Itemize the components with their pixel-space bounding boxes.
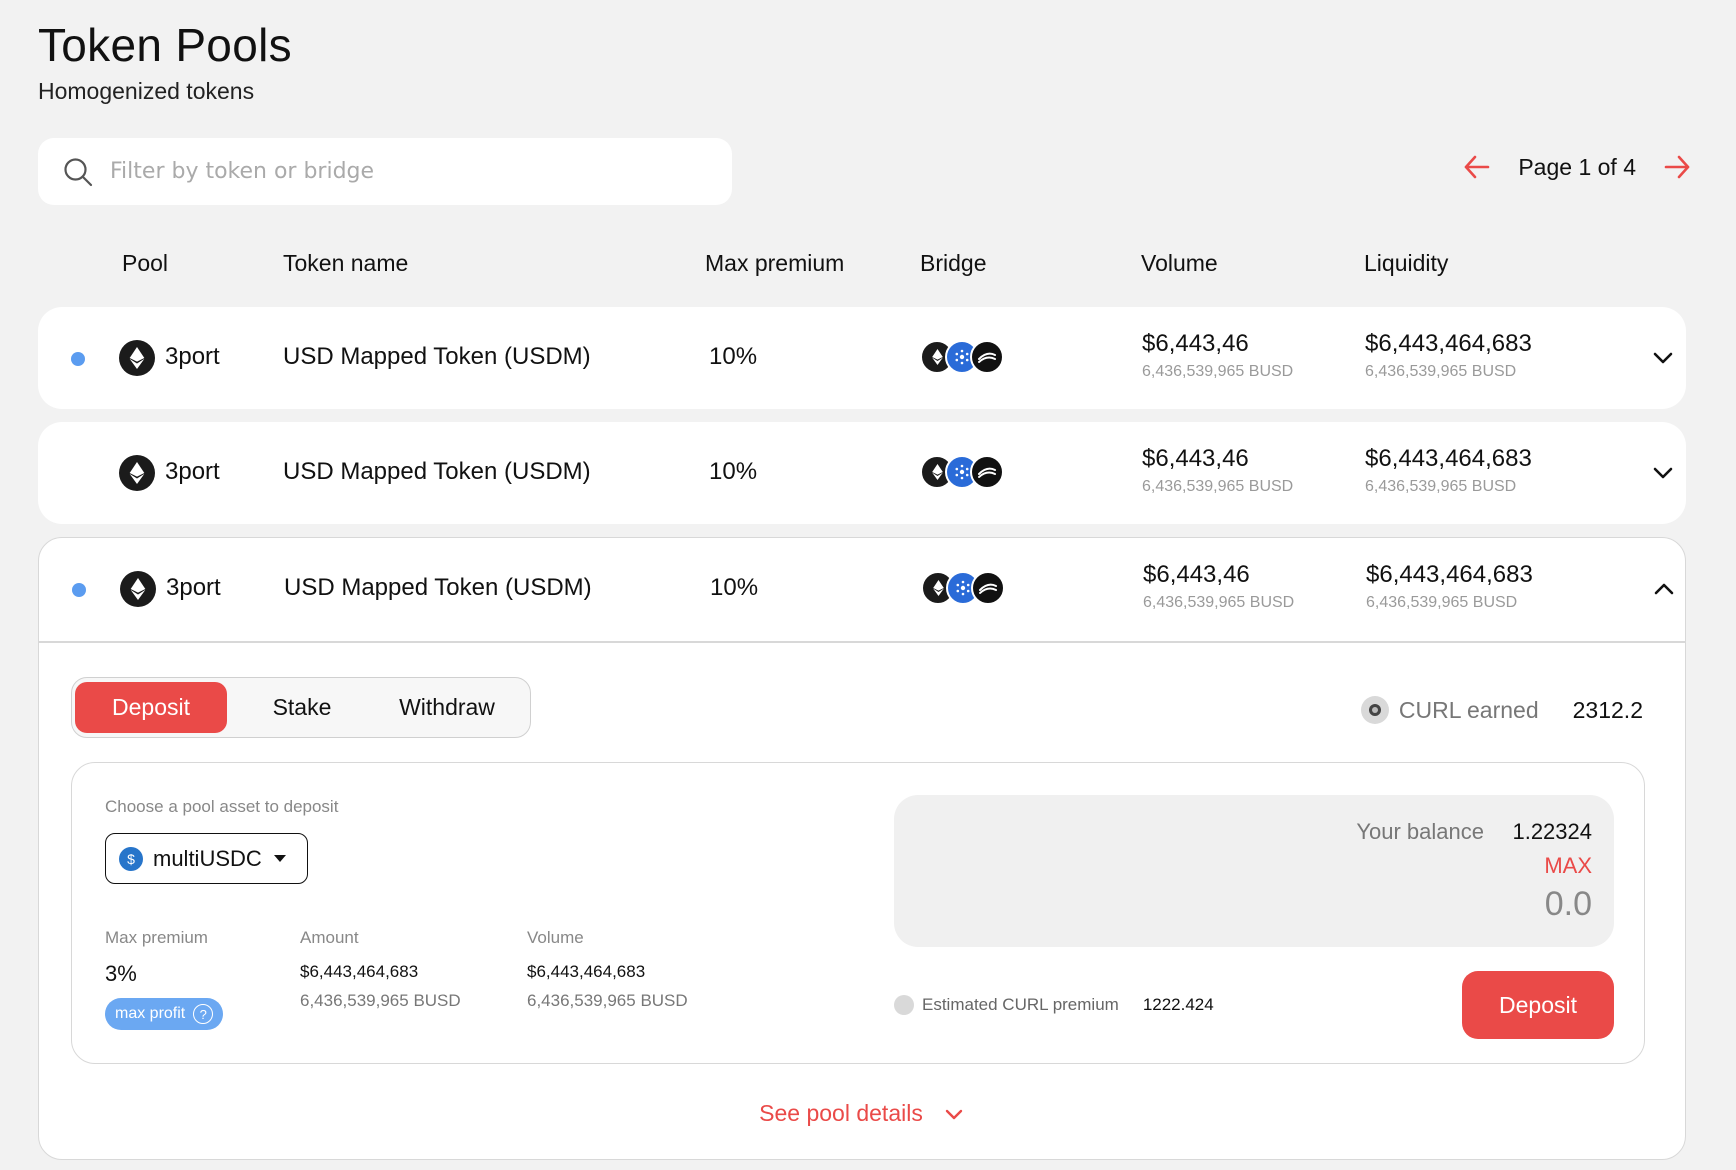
curl-earned-value: 2312.2 [1572, 696, 1643, 723]
column-header-liquidity[interactable]: Liquidity [1364, 250, 1448, 277]
expanded-pool-card: 3port USD Mapped Token (USDM) 10% $6,443… [38, 537, 1686, 1160]
pagination: Page 1 of 4 [1462, 152, 1692, 182]
amount-input[interactable] [1292, 885, 1592, 924]
pool-name: 3port [166, 574, 221, 601]
stat-volume-value: $6,443,464,683 [527, 962, 646, 981]
asset-select[interactable]: $ multiUSDC [105, 833, 308, 884]
curl-earned: CURL earned 2312.2 [1360, 696, 1643, 724]
liquidity-sub: 6,436,539,965 BUSD [1366, 594, 1518, 611]
see-pool-details-label: See pool details [759, 1100, 923, 1126]
volume-value: $6,443,46 [1142, 330, 1249, 357]
divider [39, 641, 1685, 643]
max-premium: 10% [710, 574, 759, 601]
search-icon [64, 157, 93, 186]
volume-value: $6,443,46 [1143, 561, 1250, 588]
stat-amount-sub: 6,436,539,965 BUSD [300, 991, 461, 1010]
curl-earned-label: CURL earned [1398, 696, 1539, 723]
arrow-right-icon[interactable] [1662, 152, 1692, 182]
tab-deposit[interactable]: Deposit [75, 682, 227, 733]
max-premium: 10% [709, 458, 758, 485]
ethereum-icon [119, 455, 155, 491]
tab-stake[interactable]: Stake [232, 682, 372, 733]
token-name: USD Mapped Token (USDM) [283, 458, 591, 485]
token-name: USD Mapped Token (USDM) [283, 343, 591, 370]
search-input[interactable] [110, 159, 670, 184]
bridge-icon [971, 571, 1005, 605]
stat-max-premium-value: 3% [105, 961, 137, 986]
volume-sub: 6,436,539,965 BUSD [1143, 594, 1295, 611]
action-tabs: Deposit Stake Withdraw [71, 677, 531, 738]
column-header-bridge[interactable]: Bridge [920, 250, 986, 277]
volume-sub: 6,436,539,965 BUSD [1142, 478, 1294, 495]
chevron-up-icon[interactable] [1651, 576, 1677, 602]
balance-label: Your balance [1356, 819, 1484, 844]
see-pool-details-link[interactable]: See pool details [39, 1100, 1685, 1127]
table-row[interactable]: 3port USD Mapped Token (USDM) 10% $6,443… [38, 422, 1686, 524]
tab-withdraw[interactable]: Withdraw [372, 682, 522, 733]
column-header-volume[interactable]: Volume [1141, 250, 1218, 277]
liquidity-value: $6,443,464,683 [1365, 330, 1532, 357]
table-row[interactable]: 3port USD Mapped Token (USDM) 10% $6,443… [38, 307, 1686, 409]
column-header-pool[interactable]: Pool [122, 250, 168, 277]
table-row[interactable]: 3port USD Mapped Token (USDM) 10% $6,443… [39, 538, 1687, 640]
usdc-icon: $ [119, 846, 143, 871]
estimated-value: 1222.424 [1142, 995, 1214, 1014]
badge-label: max profit [115, 1005, 186, 1022]
caret-down-icon [273, 855, 286, 862]
estimated-premium: Estimated CURL premium 1222.424 [894, 995, 1214, 1015]
estimated-label: Estimated CURL premium [922, 995, 1119, 1014]
bridge-icon [970, 455, 1004, 489]
page-indicator: Page 1 of 4 [1518, 153, 1636, 180]
curl-coin-icon [894, 995, 914, 1015]
page: Token Pools Homogenized tokens Page 1 of… [0, 0, 1736, 1170]
max-button[interactable]: MAX [1544, 853, 1592, 879]
unread-dot [72, 583, 86, 597]
stat-amount-label: Amount [300, 928, 359, 947]
chevron-down-icon[interactable] [1650, 460, 1676, 486]
stat-max-premium-label: Max premium [105, 928, 208, 947]
pool-name: 3port [165, 343, 220, 370]
max-profit-badge[interactable]: max profit ? [105, 998, 224, 1030]
stat-amount-value: $6,443,464,683 [300, 962, 419, 981]
ethereum-icon [119, 340, 155, 376]
balance-value: 1.22324 [1512, 819, 1592, 844]
liquidity-sub: 6,436,539,965 BUSD [1365, 478, 1517, 495]
arrow-left-icon[interactable] [1462, 152, 1492, 182]
asset-name: multiUSDC [153, 845, 262, 871]
liquidity-value: $6,443,464,683 [1366, 561, 1533, 588]
stat-volume-label: Volume [527, 928, 584, 947]
volume-value: $6,443,46 [1142, 445, 1249, 472]
unread-dot [71, 352, 85, 366]
table-header: Pool Token name Max premium Bridge Volum… [38, 250, 1686, 282]
liquidity-value: $6,443,464,683 [1365, 445, 1532, 472]
bridge-icons [920, 340, 1010, 376]
column-header-max-premium[interactable]: Max premium [705, 250, 844, 277]
search-box[interactable] [38, 138, 732, 205]
chevron-down-icon [945, 1109, 963, 1119]
choose-asset-label: Choose a pool asset to deposit [105, 797, 339, 816]
deposit-button[interactable]: Deposit [1462, 971, 1614, 1039]
bridge-icons [920, 455, 1010, 491]
curl-coin-icon [1360, 696, 1389, 724]
token-name: USD Mapped Token (USDM) [284, 574, 592, 601]
liquidity-sub: 6,436,539,965 BUSD [1365, 363, 1517, 380]
page-title: Token Pools [38, 19, 292, 71]
deposit-panel: Choose a pool asset to deposit $ multiUS… [71, 762, 1645, 1064]
ethereum-icon [120, 571, 156, 607]
pool-name: 3port [165, 458, 220, 485]
stat-volume-sub: 6,436,539,965 BUSD [527, 991, 688, 1010]
bridge-icon [970, 340, 1004, 374]
chevron-down-icon[interactable] [1650, 345, 1676, 371]
max-premium: 10% [709, 343, 758, 370]
column-header-token-name[interactable]: Token name [283, 250, 408, 277]
page-subtitle: Homogenized tokens [38, 78, 255, 104]
bridge-icons [921, 571, 1011, 607]
amount-box: Your balance 1.22324 MAX [894, 795, 1614, 947]
volume-sub: 6,436,539,965 BUSD [1142, 363, 1294, 380]
help-icon[interactable]: ? [193, 1004, 214, 1024]
